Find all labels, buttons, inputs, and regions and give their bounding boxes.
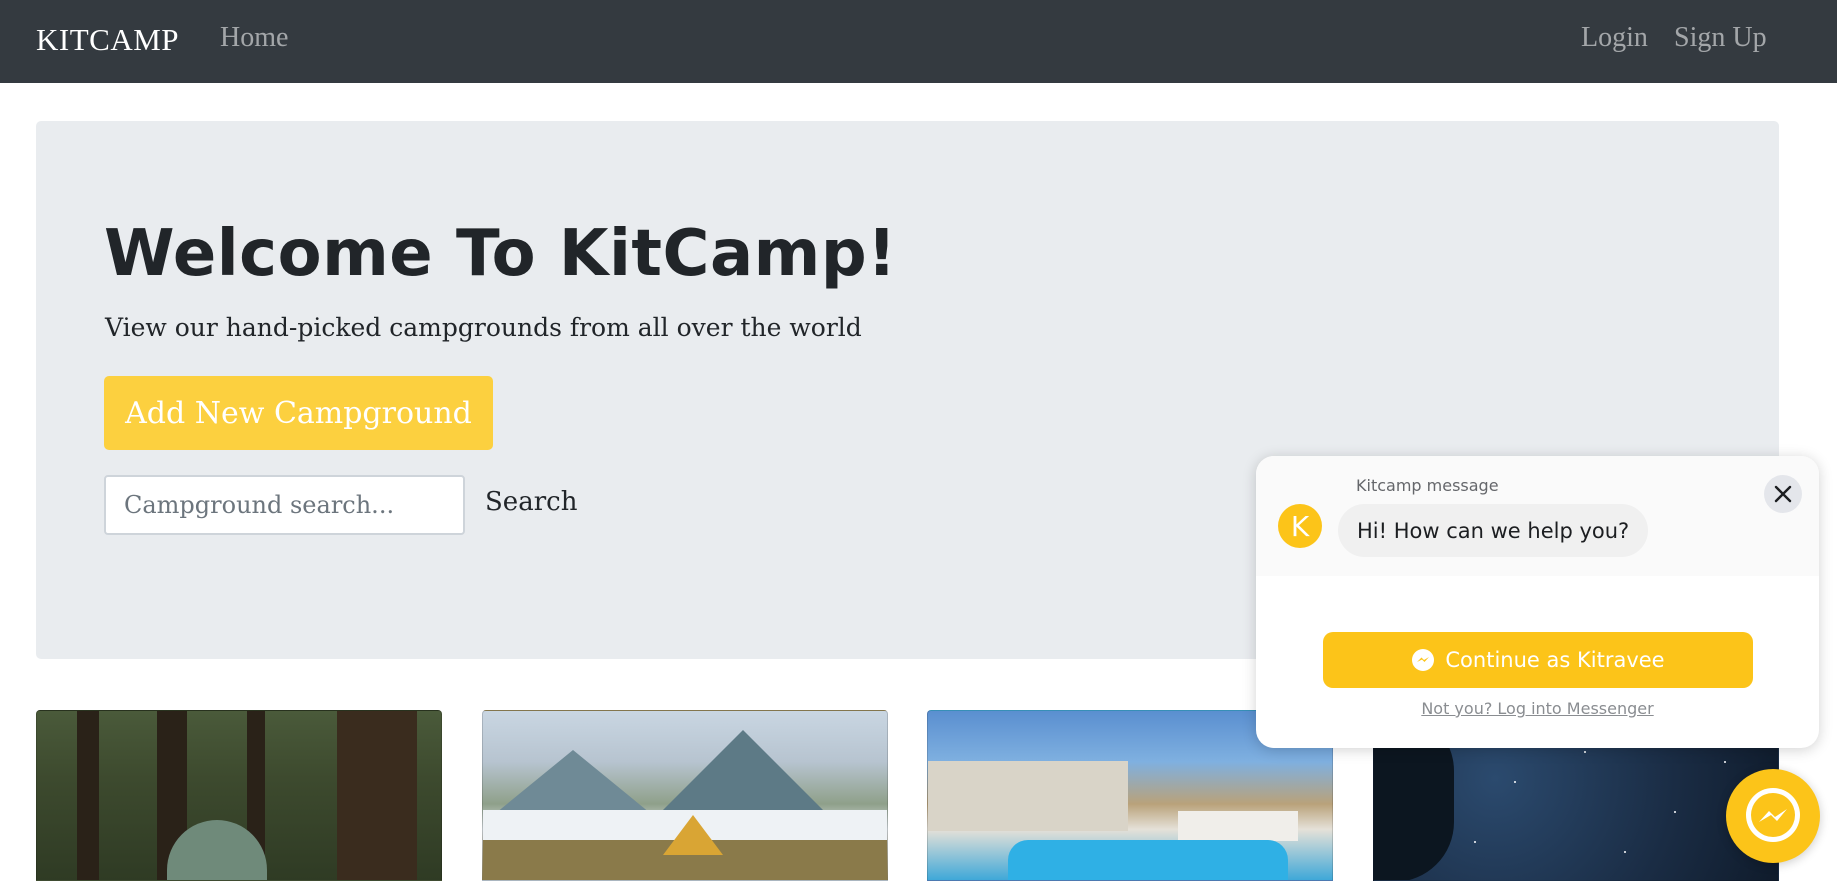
campground-card-image[interactable] (482, 710, 888, 881)
star-decoration (1474, 841, 1476, 843)
nav-login-link[interactable]: Login (1581, 22, 1648, 54)
close-icon (1774, 485, 1792, 503)
brand-logo[interactable]: KITCAMP (36, 22, 179, 58)
messenger-chat-popup: Kitcamp message K Hi! How can we help yo… (1256, 456, 1819, 748)
continue-button-label: Continue as Kitravee (1445, 648, 1665, 672)
star-decoration (1674, 811, 1676, 813)
messenger-icon (1746, 788, 1800, 842)
campground-card-image[interactable] (36, 710, 442, 881)
star-decoration (1584, 751, 1586, 753)
tent-decoration (663, 815, 723, 855)
hotel-decoration (928, 761, 1128, 831)
star-decoration (1514, 781, 1516, 783)
nav-home-link[interactable]: Home (220, 22, 288, 54)
messenger-icon (1412, 649, 1435, 671)
tree-decoration (337, 711, 417, 880)
tree-decoration (77, 711, 99, 880)
close-button[interactable] (1764, 475, 1802, 513)
avatar: K (1278, 504, 1322, 548)
page-subtitle: View our hand-picked campgrounds from al… (105, 313, 862, 342)
nav-signup-link[interactable]: Sign Up (1674, 22, 1767, 54)
star-decoration (1724, 761, 1726, 763)
search-button[interactable]: Search (485, 487, 577, 517)
pool-decoration (1008, 840, 1288, 880)
continue-button[interactable]: Continue as Kitravee (1323, 632, 1753, 688)
page-title: Welcome To KitCamp! (104, 217, 897, 291)
hotel-decoration (1178, 811, 1298, 841)
messenger-fab-button[interactable] (1726, 769, 1820, 863)
add-campground-button[interactable]: Add New Campground (104, 376, 493, 450)
chat-greeting: Hi! How can we help you? (1357, 518, 1630, 543)
chat-sender-label: Kitcamp message (1356, 476, 1499, 495)
star-decoration (1624, 851, 1626, 853)
not-you-link[interactable]: Not you? Log into Messenger (1256, 699, 1819, 718)
navbar: KITCAMP Home Login Sign Up (0, 0, 1837, 83)
avatar-letter: K (1290, 509, 1310, 543)
chat-message-bubble: Hi! How can we help you? (1338, 504, 1649, 557)
campground-search-input[interactable] (104, 475, 465, 535)
